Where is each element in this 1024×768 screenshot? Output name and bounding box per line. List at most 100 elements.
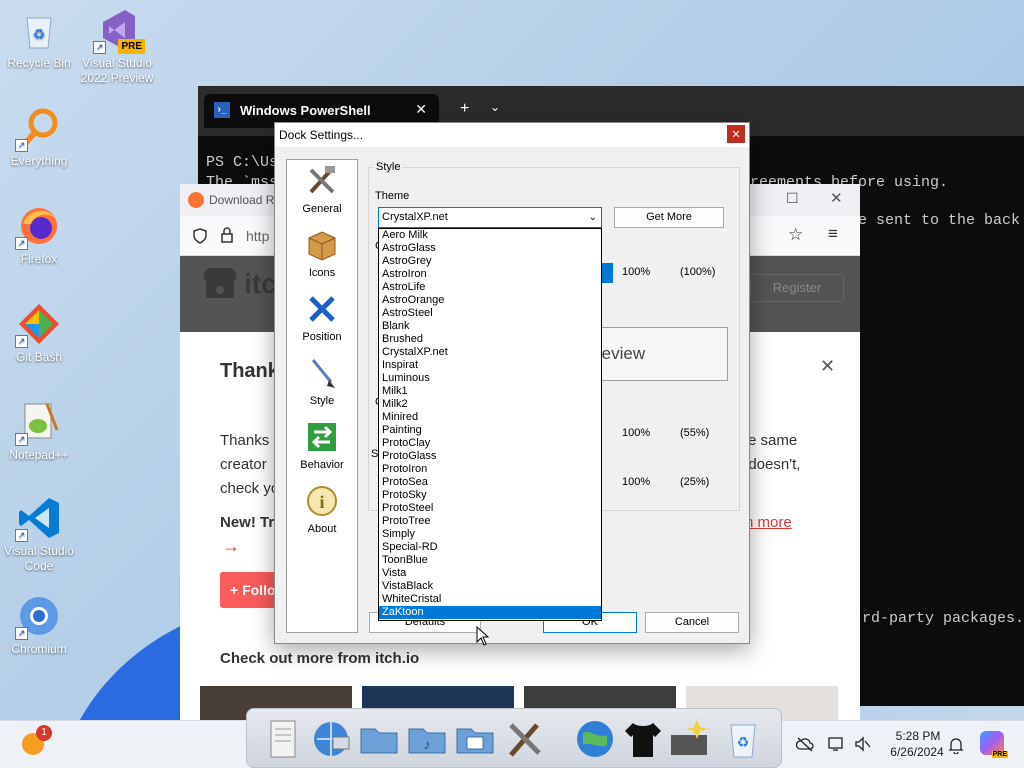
clock-date[interactable]: 6/26/2024 — [882, 745, 952, 759]
notification-badge: 1 — [36, 725, 52, 741]
desktop-icon-git-bash[interactable]: ↗ Git Bash — [0, 302, 78, 365]
settings-nav-panel: General Icons Position Style Behavior i … — [286, 159, 358, 633]
lock-icon[interactable] — [220, 227, 234, 243]
desktop-icon-firefox[interactable]: ↗ Firefox — [0, 204, 78, 267]
theme-option[interactable]: Luminous — [379, 372, 601, 385]
network-icon[interactable] — [828, 736, 846, 752]
get-more-button[interactable]: Get More — [614, 207, 724, 228]
theme-option[interactable]: AstroGrey — [379, 255, 601, 268]
register-button[interactable]: Register — [750, 274, 844, 302]
dock-settings-dialog[interactable]: Dock Settings... ✕ General Icons Positio… — [274, 122, 750, 644]
tshirt-icon[interactable] — [621, 717, 665, 761]
maximize-icon[interactable]: ☐ — [786, 190, 799, 207]
dock-bar: ♪ ♻ — [246, 708, 782, 768]
desktop-icon-recycle-bin[interactable]: ♻ Recycle Bin — [0, 8, 78, 71]
copilot-icon[interactable]: PRE — [980, 731, 1008, 758]
theme-option[interactable]: Inspirat — [379, 359, 601, 372]
slider-thumb[interactable] — [601, 263, 613, 283]
theme-option[interactable]: Painting — [379, 424, 601, 437]
theme-option[interactable]: AstroLife — [379, 281, 601, 294]
theme-dropdown-list[interactable]: Aero Milk AstroGlass AstroGrey AstroIron Ast… — [378, 228, 602, 621]
paragraph-fragment: Thanks — [220, 432, 270, 449]
nav-item-about[interactable]: i About — [287, 484, 357, 535]
nav-item-position[interactable]: Position — [287, 292, 357, 343]
folder-icon[interactable] — [357, 717, 401, 761]
network-globe-icon[interactable] — [309, 717, 353, 761]
new-tab-icon[interactable]: + — [460, 100, 469, 118]
arrow-link-icon[interactable]: → — [222, 536, 240, 557]
desktop-icon-notepad-plus-plus[interactable]: ↗ Notepad++ — [0, 400, 78, 463]
theme-option[interactable]: AstroIron — [379, 268, 601, 281]
theme-option[interactable]: Blank — [379, 320, 601, 333]
shield-icon[interactable] — [192, 228, 208, 244]
shortcut-arrow-icon: ↗ — [93, 41, 106, 54]
bookmark-star-icon[interactable]: ☆ — [788, 225, 803, 245]
theme-option[interactable]: VistaBlack — [379, 580, 601, 593]
itch-logo-icon — [204, 268, 236, 298]
theme-option[interactable]: AstroGlass — [379, 242, 601, 255]
theme-option[interactable]: ProtoTree — [379, 515, 601, 528]
nav-label: Icons — [308, 267, 336, 279]
volume-muted-icon[interactable] — [854, 736, 872, 752]
tab-dropdown-icon[interactable]: ⌄ — [490, 100, 500, 114]
powershell-tab-title: Windows PowerShell — [240, 103, 371, 118]
weather-icon[interactable]: 1 — [22, 725, 52, 755]
theme-option[interactable]: ToonBlue — [379, 554, 601, 567]
theme-option[interactable]: ZaKtoon — [379, 606, 601, 619]
theme-selected-value: CrystalXP.net — [382, 211, 448, 223]
pictures-folder-icon[interactable] — [453, 717, 497, 761]
nav-label: General — [302, 203, 342, 215]
url-bar[interactable]: http — [246, 228, 269, 244]
nav-label: Position — [302, 331, 342, 343]
close-tab-icon[interactable]: ✕ — [415, 101, 427, 118]
theme-option[interactable]: Aero Milk — [379, 229, 601, 242]
theme-option[interactable]: Brushed — [379, 333, 601, 346]
close-window-icon[interactable]: ✕ — [830, 189, 843, 207]
close-modal-icon[interactable]: ✕ — [820, 356, 835, 377]
notification-bell-icon[interactable] — [948, 736, 964, 754]
theme-option[interactable]: AstroSteel — [379, 307, 601, 320]
nav-item-icons[interactable]: Icons — [287, 228, 357, 279]
sparkle-folder-icon[interactable] — [667, 717, 711, 761]
theme-option[interactable]: AstroOrange — [379, 294, 601, 307]
theme-option[interactable]: Minired — [379, 411, 601, 424]
visual-studio-icon: ↗ PRE — [93, 8, 145, 54]
finder-icon[interactable] — [261, 717, 305, 761]
theme-option[interactable]: Special-RD — [379, 541, 601, 554]
desktop-icon-chromium[interactable]: ↗ Chromium — [0, 594, 78, 657]
theme-option[interactable]: WhiteCristal — [379, 593, 601, 606]
nav-item-behavior[interactable]: Behavior — [287, 420, 357, 471]
clock-time[interactable]: 5:28 PM — [888, 729, 948, 743]
theme-option[interactable]: ProtoSteel — [379, 502, 601, 515]
theme-option[interactable]: Milk1 — [379, 385, 601, 398]
desktop-icon-visual-studio-code[interactable]: ↗ Visual Studio Code — [0, 496, 78, 574]
nav-label: Behavior — [300, 459, 344, 471]
cancel-button[interactable]: Cancel — [645, 612, 739, 633]
nav-item-style[interactable]: Style — [287, 356, 357, 407]
theme-option[interactable]: Simply — [379, 528, 601, 541]
theme-option[interactable]: ProtoSea — [379, 476, 601, 489]
nav-item-general[interactable]: General — [287, 164, 357, 215]
close-icon[interactable]: ✕ — [727, 125, 745, 143]
theme-option[interactable]: ProtoGlass — [379, 450, 601, 463]
menu-icon[interactable]: ≡ — [828, 224, 838, 244]
browser-tab-title[interactable]: Download R — [209, 193, 274, 207]
theme-option[interactable]: ProtoSky — [379, 489, 601, 502]
desktop-icon-everything[interactable]: ↗ Everything — [0, 106, 78, 169]
tools-icon[interactable] — [503, 717, 547, 761]
music-folder-icon[interactable]: ♪ — [405, 717, 449, 761]
theme-combobox[interactable]: CrystalXP.net ⌄ — [378, 207, 602, 228]
desktop-icon-visual-studio-2022-preview[interactable]: ↗ PRE Visual Studio 2022 Preview — [78, 8, 156, 86]
shortcut-arrow-icon: ↗ — [15, 433, 28, 446]
theme-option[interactable]: CrystalXP.net — [379, 346, 601, 359]
preview-label: review — [596, 344, 646, 363]
globe-icon[interactable] — [573, 717, 617, 761]
theme-option[interactable]: ProtoIron — [379, 463, 601, 476]
desktop-icon-label: Everything — [10, 154, 68, 168]
theme-option[interactable]: ProtoClay — [379, 437, 601, 450]
theme-option[interactable]: Vista — [379, 567, 601, 580]
cloud-offline-icon[interactable] — [796, 736, 814, 752]
theme-option[interactable]: Milk2 — [379, 398, 601, 411]
follow-button[interactable]: + Follo — [220, 572, 280, 608]
recycle-bin-icon[interactable]: ♻ — [721, 717, 765, 761]
